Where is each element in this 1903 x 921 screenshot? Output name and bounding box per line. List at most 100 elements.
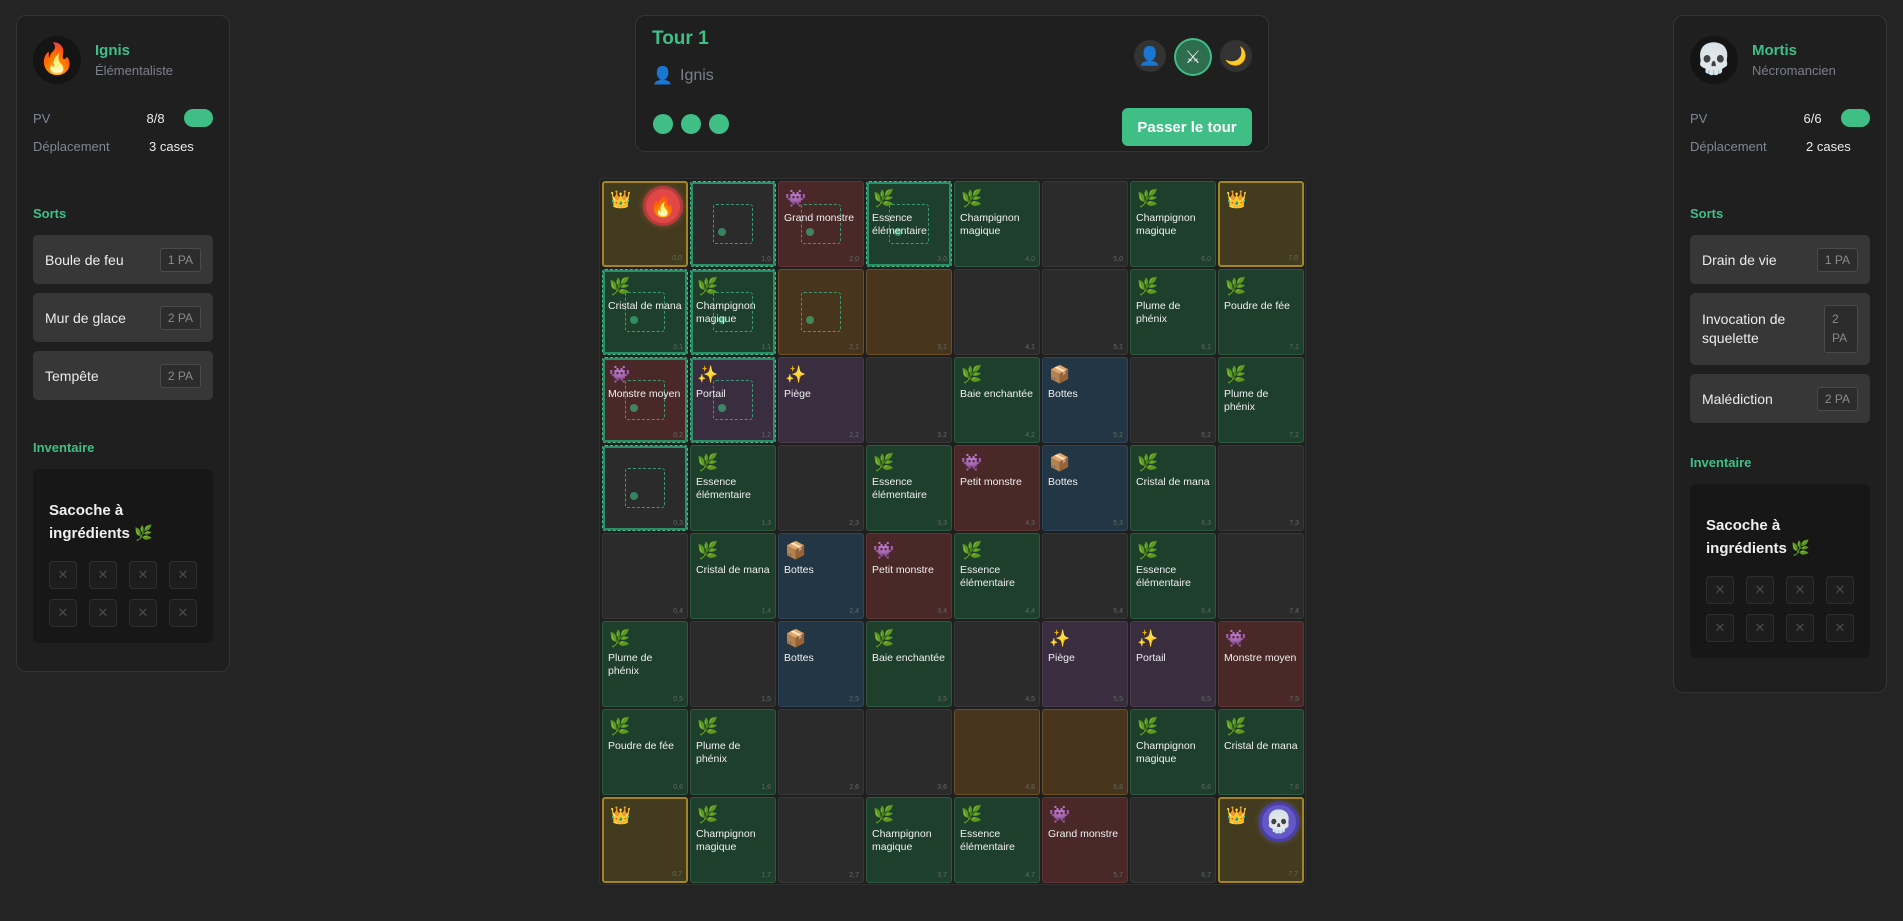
- board-cell[interactable]: 2,1: [778, 269, 864, 355]
- board-cell[interactable]: 🌿 Cristal de mana 0,1: [602, 269, 688, 355]
- board-cell[interactable]: 🌿 Cristal de mana 7,6: [1218, 709, 1304, 795]
- board-cell[interactable]: 5,1: [1042, 269, 1128, 355]
- board-cell[interactable]: 3,6: [866, 709, 952, 795]
- board-cell[interactable]: 👑 7,0: [1218, 181, 1304, 267]
- board-cell[interactable]: 2,7: [778, 797, 864, 883]
- inventory-slot[interactable]: ✕: [1786, 614, 1814, 642]
- board-cell[interactable]: 📦 Bottes 2,4: [778, 533, 864, 619]
- board-cell[interactable]: 🌿 Essence élémentaire 6,4: [1130, 533, 1216, 619]
- board-cell[interactable]: 🌿 Champignon magique 1,7: [690, 797, 776, 883]
- herb-icon: 🌿: [697, 541, 719, 560]
- board-cell[interactable]: 🌿 Baie enchantée 3,5: [866, 621, 952, 707]
- spell-malediction[interactable]: Malédiction 2 PA: [1690, 374, 1870, 423]
- inventory-slot[interactable]: ✕: [1746, 614, 1774, 642]
- board-cell[interactable]: 🌿 Essence élémentaire 4,7: [954, 797, 1040, 883]
- board-cell[interactable]: 🌿 Plume de phénix 0,5: [602, 621, 688, 707]
- spell-invocation-de-squelette[interactable]: Invocation de squelette 2 PA: [1690, 293, 1870, 365]
- inventory-slot[interactable]: ✕: [1826, 614, 1854, 642]
- hp-toggle[interactable]: [183, 109, 213, 127]
- spell-mur-de-glace[interactable]: Mur de glace 2 PA: [33, 293, 213, 342]
- board-cell[interactable]: 2,6: [778, 709, 864, 795]
- board-cell[interactable]: 🌿 Champignon magique 6,0: [1130, 181, 1216, 267]
- board-cell[interactable]: 0,3: [602, 445, 688, 531]
- board-cell[interactable]: 2,3: [778, 445, 864, 531]
- board-cell[interactable]: 1,5: [690, 621, 776, 707]
- board-cell[interactable]: 4,5: [954, 621, 1040, 707]
- board-cell[interactable]: 🌿 Cristal de mana 6,3: [1130, 445, 1216, 531]
- board-cell[interactable]: 🌿 Essence élémentaire 4,4: [954, 533, 1040, 619]
- cell-label: Bottes: [784, 652, 814, 664]
- board-cell[interactable]: 👾 Monstre moyen 0,2: [602, 357, 688, 443]
- inventory-slot[interactable]: ✕: [1746, 576, 1774, 604]
- board-cell[interactable]: 🌿 Cristal de mana 1,4: [690, 533, 776, 619]
- crown-icon: 👑: [1226, 806, 1248, 825]
- board-cell[interactable]: 7,3: [1218, 445, 1304, 531]
- board-cell[interactable]: ✨ Portail 6,5: [1130, 621, 1216, 707]
- inventory-slot[interactable]: ✕: [1786, 576, 1814, 604]
- board-cell[interactable]: 👑 0,7: [602, 797, 688, 883]
- inventory-slot[interactable]: ✕: [169, 561, 197, 589]
- inventory-slot[interactable]: ✕: [169, 599, 197, 627]
- board-cell[interactable]: 🌿 Poudre de fée 7,1: [1218, 269, 1304, 355]
- inventory-slot[interactable]: ✕: [89, 561, 117, 589]
- inventory-slot[interactable]: ✕: [89, 599, 117, 627]
- hp-toggle[interactable]: [1840, 109, 1870, 127]
- board-cell[interactable]: 1,0: [690, 181, 776, 267]
- board-cell[interactable]: 👾 Grand monstre 2,0: [778, 181, 864, 267]
- board-cell[interactable]: 🌿 Plume de phénix 7,2: [1218, 357, 1304, 443]
- board-cell[interactable]: 5,4: [1042, 533, 1128, 619]
- board-cell[interactable]: 5,6: [1042, 709, 1128, 795]
- inventory-slot[interactable]: ✕: [1706, 576, 1734, 604]
- board-cell[interactable]: ✨ Piège 2,2: [778, 357, 864, 443]
- board-cell[interactable]: 🌿 Champignon magique 1,1: [690, 269, 776, 355]
- board-cell[interactable]: 👾 Petit monstre 3,4: [866, 533, 952, 619]
- player-token-mortis[interactable]: 💀: [1262, 805, 1296, 839]
- board-cell[interactable]: 🌿 Plume de phénix 1,6: [690, 709, 776, 795]
- board-cell[interactable]: 0,4: [602, 533, 688, 619]
- inventory-slot[interactable]: ✕: [129, 561, 157, 589]
- board-cell[interactable]: 🌿 Baie enchantée 4,2: [954, 357, 1040, 443]
- spell-boule-de-feu[interactable]: Boule de feu 1 PA: [33, 235, 213, 284]
- board-cell[interactable]: 🌿 Plume de phénix 6,1: [1130, 269, 1216, 355]
- player-icon[interactable]: 👤: [1134, 40, 1166, 72]
- board-cell[interactable]: 🌿 Champignon magique 4,0: [954, 181, 1040, 267]
- board-cell[interactable]: 5,0: [1042, 181, 1128, 267]
- board-cell[interactable]: ✨ Piège 5,5: [1042, 621, 1128, 707]
- board-cell[interactable]: ✨ Portail 1,2: [690, 357, 776, 443]
- moon-icon[interactable]: 🌙: [1220, 40, 1252, 72]
- board-cell[interactable]: 📦 Bottes 5,3: [1042, 445, 1128, 531]
- pass-turn-button[interactable]: Passer le tour: [1122, 108, 1252, 146]
- inventory-slot[interactable]: ✕: [1826, 576, 1854, 604]
- board-cell[interactable]: 📦 Bottes 5,2: [1042, 357, 1128, 443]
- board-cell[interactable]: 👾 Monstre moyen 7,5: [1218, 621, 1304, 707]
- board-cell[interactable]: 4,6: [954, 709, 1040, 795]
- inventory-slot[interactable]: ✕: [129, 599, 157, 627]
- spell-tempete[interactable]: Tempête 2 PA: [33, 351, 213, 400]
- cell-coordinate: 5,7: [1113, 872, 1123, 879]
- board-cell[interactable]: 6,7: [1130, 797, 1216, 883]
- board-cell[interactable]: 👾 Grand monstre 5,7: [1042, 797, 1128, 883]
- board-cell[interactable]: 👾 Petit monstre 4,3: [954, 445, 1040, 531]
- inventory-slot[interactable]: ✕: [49, 561, 77, 589]
- cell-label: Essence élémentaire: [872, 476, 927, 501]
- board-cell[interactable]: 🌿 Champignon magique 3,7: [866, 797, 952, 883]
- cell-coordinate: 2,6: [849, 784, 859, 791]
- board-cell[interactable]: 🌿 Essence élémentaire 3,3: [866, 445, 952, 531]
- board-cell[interactable]: 3,1: [866, 269, 952, 355]
- board-cell[interactable]: 🌿 Champignon magique 6,6: [1130, 709, 1216, 795]
- spell-drain-de-vie[interactable]: Drain de vie 1 PA: [1690, 235, 1870, 284]
- board-cell[interactable]: 👑 🔥 0,0: [602, 181, 688, 267]
- inventory-slot[interactable]: ✕: [1706, 614, 1734, 642]
- board-cell[interactable]: 👑 💀 7,7: [1218, 797, 1304, 883]
- player-token-ignis[interactable]: 🔥: [646, 189, 680, 223]
- board-cell[interactable]: 🌿 Poudre de fée 0,6: [602, 709, 688, 795]
- board-cell[interactable]: 📦 Bottes 2,5: [778, 621, 864, 707]
- board-cell[interactable]: 6,2: [1130, 357, 1216, 443]
- board-cell[interactable]: 3,2: [866, 357, 952, 443]
- board-cell[interactable]: 🌿 Essence élémentaire 3,0: [866, 181, 952, 267]
- board-cell[interactable]: 🌿 Essence élémentaire 1,3: [690, 445, 776, 531]
- inventory-slot[interactable]: ✕: [49, 599, 77, 627]
- crossed-swords-icon[interactable]: ⚔: [1176, 40, 1210, 74]
- board-cell[interactable]: 4,1: [954, 269, 1040, 355]
- board-cell[interactable]: 7,4: [1218, 533, 1304, 619]
